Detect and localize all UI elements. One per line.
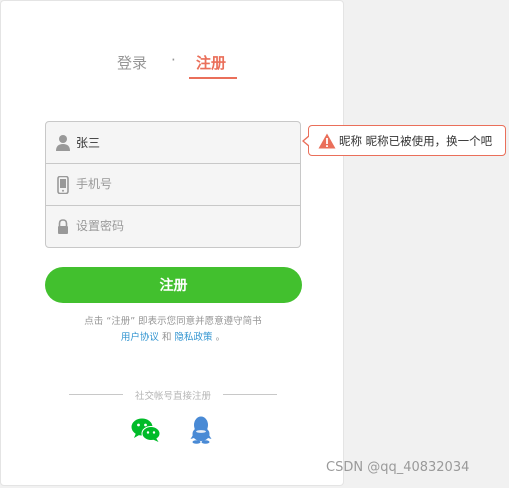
nickname-error-tooltip: 昵称 昵称已被使用，换一个吧 xyxy=(302,125,506,156)
agreement-suffix: 。 xyxy=(215,332,226,343)
tab-login[interactable]: 登录 xyxy=(117,52,147,73)
tab-register[interactable]: 注册 xyxy=(196,52,226,73)
phone-input[interactable] xyxy=(76,164,296,204)
nickname-input[interactable] xyxy=(76,122,296,162)
tooltip-arrow-inner xyxy=(304,136,310,146)
agreement-links: 用户协议 和 隐私政策 。 xyxy=(1,330,345,346)
password-row xyxy=(46,206,300,247)
phone-row xyxy=(46,164,300,206)
signup-card: 登录 · 注册 注册 xyxy=(0,0,344,486)
phone-icon xyxy=(57,176,69,194)
social-login-title: 社交帐号直接注册 xyxy=(69,388,277,402)
agreement-and: 和 xyxy=(161,332,172,343)
user-icon xyxy=(56,135,70,151)
tab-separator: · xyxy=(171,51,176,69)
warning-icon xyxy=(318,133,336,149)
tooltip-message: 昵称 昵称已被使用，换一个吧 xyxy=(339,134,493,148)
user-agreement-link[interactable]: 用户协议 xyxy=(121,332,159,343)
auth-tabs: 登录 · 注册 xyxy=(1,49,345,81)
password-input[interactable] xyxy=(76,206,296,246)
privacy-policy-link[interactable]: 隐私政策 xyxy=(175,332,213,343)
qq-icon[interactable] xyxy=(190,416,212,444)
lock-icon xyxy=(58,219,68,234)
divider-right xyxy=(223,394,277,395)
register-button[interactable]: 注册 xyxy=(45,267,302,303)
wechat-icon[interactable] xyxy=(131,417,161,443)
social-title-text: 社交帐号直接注册 xyxy=(134,391,211,402)
agreement-prefix: 点击 “注册” 即表示您同意并愿意遵守简书 xyxy=(84,316,262,327)
nickname-row xyxy=(46,122,300,164)
signup-form xyxy=(45,121,301,248)
active-tab-indicator xyxy=(189,77,237,79)
watermark: CSDN @qq_40832034 xyxy=(326,460,470,475)
agreement-text: 点击 “注册” 即表示您同意并愿意遵守简书 用户协议 和 隐私政策 。 xyxy=(1,314,345,346)
